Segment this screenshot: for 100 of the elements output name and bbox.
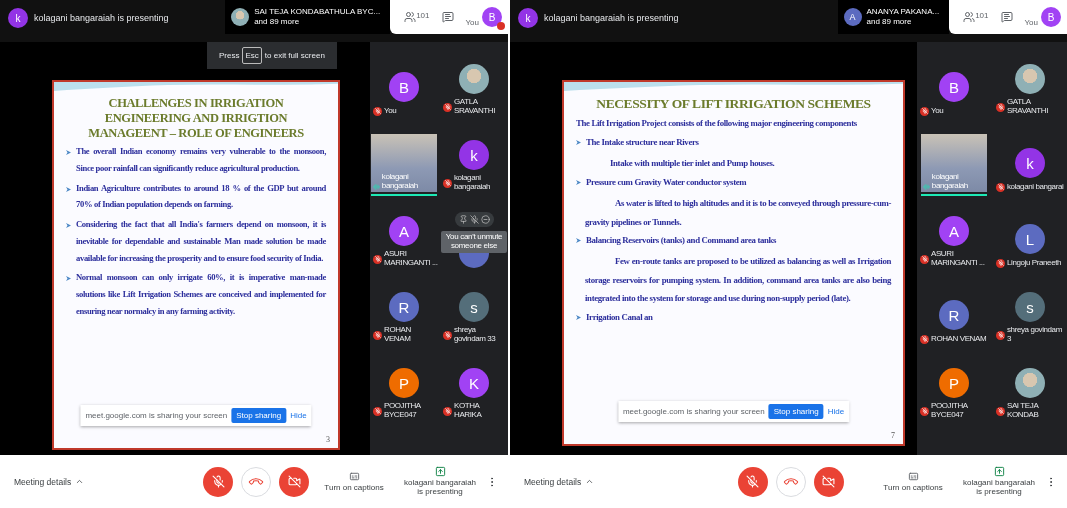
avatar-circle: P — [389, 368, 419, 399]
sharing-text: meet.google.com is sharing your screen — [85, 411, 228, 420]
bullet-icon — [66, 223, 71, 228]
avatar-circle: s — [1015, 292, 1045, 323]
presenting-button[interactable]: kolagani bangaraiah is presenting — [400, 466, 480, 497]
photo-placeholder — [1015, 368, 1045, 399]
presenter-status-text: kolagani bangaraiah is presenting — [34, 13, 169, 23]
captions-button[interactable]: Turn on captions — [873, 470, 953, 493]
slide-text: Normal monsoon can only irrigate 60%, it is imperative man-made solutions like Lift Irrigation Schemes are conceived and implemented for ensuring near normalcy in any farming activity. — [76, 271, 326, 318]
participant-name: SAI TEJA KONDAB — [1007, 402, 1040, 420]
tooltip: You can't unmute someone else — [441, 231, 507, 253]
participant-name: Lingoju Praneeth — [1007, 258, 1063, 268]
bullet-icon — [66, 186, 71, 192]
hide-link[interactable]: Hide — [827, 407, 845, 416]
slide-text: Considering the fact that all India's farmers depend on monsoon, it is inevitable for dependable and sustainable Man made solution be made available for increasing the prosperity and to ensure food security of India. — [76, 218, 326, 265]
chevron-icon — [585, 477, 595, 486]
self-label: You — [465, 18, 479, 27]
participant-name: kolagani bangaraiah — [381, 173, 419, 191]
participant-name: kolagani bangaraiah — [454, 174, 492, 192]
mic-off-button[interactable] — [737, 466, 768, 497]
slide-text: The overall Indian economy remains very vulnerable to the monsoon, Since poor rainfall can significantly reduce agricultural production. — [76, 145, 326, 175]
participant-name: shreya govindam 33 — [454, 326, 497, 344]
hang-up-button[interactable] — [241, 466, 271, 497]
hang-up-button[interactable] — [775, 466, 806, 497]
participant-name: ROHAN VENAM — [931, 334, 988, 344]
avatar-circle: K — [459, 368, 489, 399]
page-number: 7 — [891, 431, 895, 440]
hint-text: Press — [219, 51, 240, 60]
people-icon[interactable] — [963, 11, 976, 23]
hide-link[interactable]: Hide — [290, 411, 307, 420]
self-label: You — [1024, 18, 1038, 27]
avatar-circle: B — [939, 72, 969, 102]
meeting-details-button[interactable]: Meeting details — [14, 476, 85, 487]
chat-icon[interactable] — [441, 11, 454, 23]
chat-icon[interactable] — [1000, 11, 1013, 23]
captions-icon — [907, 470, 919, 482]
participant-name: GATLA SRAVANTHI — [1007, 98, 1049, 116]
participant-name: kolagani bangarai — [1007, 182, 1065, 192]
photo-placeholder — [459, 64, 489, 95]
mic-off-icon — [746, 475, 759, 488]
meeting-details-button[interactable]: Meeting details — [524, 476, 595, 487]
speaker-more: and 89 more — [254, 17, 301, 28]
captions-icon — [348, 470, 360, 482]
participant-name: KOTHA HARIKA — [454, 402, 483, 420]
participant-name: ASURI MARINGANTI ... — [931, 250, 986, 268]
slide-text: As water is lifted to high altitudes and it is to be conveyed through pressure-cum-gravity pipelines or Tunnels. — [585, 197, 891, 229]
camera-off-button[interactable] — [279, 466, 309, 497]
camera-off-icon — [822, 475, 835, 488]
captions-button[interactable]: Turn on captions — [314, 470, 394, 493]
speaker-name: ANANYA PAKANA... — [866, 6, 940, 17]
self-avatar[interactable]: B — [1041, 7, 1061, 27]
mic-off-icon — [211, 475, 225, 488]
presenting-button[interactable]: kolagani bangaraiah is presenting — [959, 466, 1039, 497]
mic-off-button[interactable] — [203, 466, 233, 497]
participant-count: 101 — [416, 11, 430, 20]
present-icon — [993, 466, 1005, 478]
bullet-icon — [576, 238, 581, 243]
photo-placeholder — [1015, 64, 1045, 95]
participant-count: 101 — [975, 11, 989, 20]
avatar-circle: s — [459, 292, 489, 323]
speaker-name: SAI TEJA KONDABATHULA BYC... — [254, 6, 381, 17]
page-number: 3 — [326, 435, 330, 444]
esc-key: Esc — [242, 47, 262, 64]
avatar-circle: k — [459, 140, 489, 171]
slide-text: The Lift Irrigation Project consists of the following major engineering components — [576, 117, 858, 131]
participant-name: GATLA SRAVANTHI — [454, 98, 496, 116]
slide-text: Indian Agriculture contributes to around 18 % of the GDP but around 70% of Indian population depends on farming. — [76, 181, 326, 212]
bullet-icon — [66, 150, 71, 155]
slide-title: NECESSITY OF LIFT IRRIGATION SCHEMES — [595, 96, 872, 113]
participant-name: POOJITHA BYCE047 — [384, 402, 422, 420]
people-icon[interactable] — [404, 11, 417, 23]
speaker-avatar: A — [843, 8, 862, 26]
pin-icon[interactable] — [458, 215, 468, 224]
self-avatar[interactable]: B — [482, 7, 502, 27]
speaker-more: and 89 more — [866, 17, 913, 28]
slide-title: CHALLENGES IN IRRIGATION ENGINEERING AND IRRIGTION MANAGEENT – ROLE OF ENGINEERS — [87, 96, 305, 141]
avatar-circle: P — [939, 368, 969, 399]
avatar-circle: A — [389, 216, 419, 247]
presenter-avatar: k — [518, 8, 538, 28]
stop-sharing-button[interactable]: Stop sharing — [768, 404, 824, 419]
participant-name: POOJITHA BYCE047 — [931, 402, 969, 420]
avatar-circle: B — [389, 72, 419, 102]
avatar-circle: R — [389, 292, 419, 323]
muted-mic-icon[interactable] — [469, 215, 479, 224]
photo-placeholder — [231, 8, 250, 26]
slide-text: Few en-route tanks are proposed to be utilized as balancing as well as Irrigation storage reservoirs for pumping system. In addition, command area tanks are also being integrated into the system for storage and use during non-supply period (late). — [585, 255, 891, 306]
avatar-circle: k — [1015, 148, 1045, 178]
bullet-icon — [576, 179, 581, 185]
bullet-icon — [66, 276, 71, 282]
slide-text: Pressure cum Gravity Water conductor system — [586, 175, 748, 189]
stop-sharing-button[interactable]: Stop sharing — [231, 408, 287, 423]
participant-name: You — [931, 106, 945, 116]
slide-text: Irrigation Canal an — [586, 310, 654, 324]
chevron-icon — [75, 477, 85, 486]
participant-name: You — [384, 106, 398, 116]
avatar-circle: L — [1015, 224, 1045, 254]
camera-off-button[interactable] — [813, 466, 844, 497]
remove-icon[interactable] — [480, 215, 490, 224]
participant-name: ROHAN VENAM — [384, 326, 412, 344]
hint-text: to exit full screen — [264, 51, 325, 60]
